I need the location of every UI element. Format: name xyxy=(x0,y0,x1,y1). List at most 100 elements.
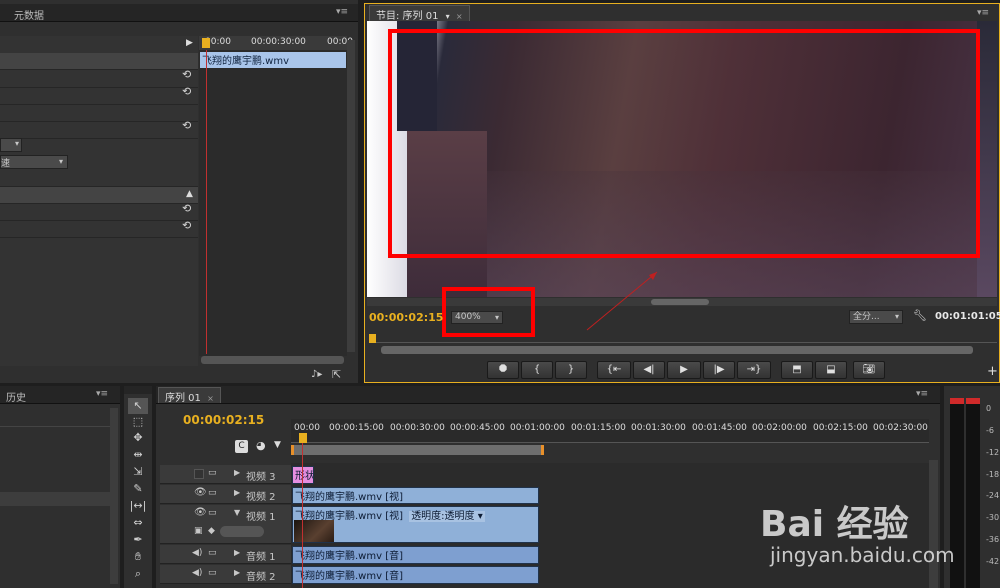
reset-icon[interactable]: ⟲ xyxy=(182,202,191,215)
monitor-scrollbar[interactable] xyxy=(381,346,973,354)
wrench-icon[interactable]: 🔧︎ xyxy=(913,309,927,322)
reset-icon[interactable]: ⟲ xyxy=(182,219,191,232)
panel-menu-icon[interactable]: ▾≡ xyxy=(916,389,928,399)
mini-clip[interactable]: 飞翔的鹰宇鹏.wmv xyxy=(200,52,346,68)
video-clip-v2[interactable]: 飞翔的鹰宇鹏.wmv [视] xyxy=(292,487,539,504)
timeline-playhead-line xyxy=(302,443,303,588)
close-icon[interactable]: × xyxy=(456,12,463,21)
expand-triangle-icon[interactable]: ▶ xyxy=(234,488,240,497)
chevron-down-icon: ▾ xyxy=(494,313,499,322)
monitor-ruler[interactable] xyxy=(369,331,997,343)
track-header-v1: 👁︎ ▭ ▼ 视频 1 ▣ ◆ xyxy=(160,505,291,544)
video-clip-v1[interactable]: 飞翔的鹰宇鹏.wmv [视] 透明度:透明度 ▾ xyxy=(292,506,539,543)
history-scrollbar[interactable] xyxy=(110,408,118,584)
lock-track-icon[interactable]: ▭ xyxy=(208,548,217,558)
audio-clip-a2[interactable]: 飞翔的鹰宇鹏.wmv [音] xyxy=(292,566,539,584)
tab-metadata[interactable]: 元数据 xyxy=(8,6,50,22)
play-triangle-icon[interactable]: ▶ xyxy=(186,38,193,48)
highlight-box-frame xyxy=(388,29,980,258)
export-icon[interactable]: ⇱ xyxy=(332,368,341,381)
expand-triangle-icon[interactable]: ▶ xyxy=(234,568,240,577)
go-to-out-button[interactable]: ⇥} xyxy=(737,361,771,379)
collapse-triangle-icon[interactable]: ▼ xyxy=(234,508,240,517)
opacity-select[interactable]: 透明度:透明度 ▾ xyxy=(409,511,485,522)
ripple-edit-tool-icon[interactable]: ✥ xyxy=(128,430,148,446)
eye-icon[interactable]: 👁︎ xyxy=(194,507,207,518)
tab-program[interactable]: 节目: 序列 01 ▾ × xyxy=(369,5,470,22)
keyframe-icon[interactable]: ◆ xyxy=(208,526,215,536)
close-icon[interactable]: × xyxy=(207,394,214,403)
mini-playhead-line xyxy=(206,50,207,354)
expand-triangle-icon[interactable]: ▶ xyxy=(234,548,240,557)
eye-icon[interactable]: 👁︎ xyxy=(194,487,207,498)
reset-icon[interactable]: ⟲ xyxy=(182,68,191,81)
mini-playhead-icon[interactable] xyxy=(202,38,210,48)
timeline-scrollbar[interactable] xyxy=(929,460,938,588)
add-button-icon[interactable]: + xyxy=(987,364,998,379)
annotation-arrow xyxy=(586,271,658,331)
export-frame-button[interactable]: 📷︎ xyxy=(853,361,885,379)
add-marker-button[interactable]: ⯃ xyxy=(487,361,519,379)
go-to-in-button[interactable]: {⇤ xyxy=(597,361,631,379)
add-marker-icon[interactable]: ▼ xyxy=(274,440,281,450)
program-monitor: 节目: 序列 01 ▾ × ▾≡ 00:00:02:15 400% ▾ 全分..… xyxy=(364,3,1000,383)
audio-clip-a1[interactable]: 飞翔的鹰宇鹏.wmv [音] xyxy=(292,546,539,564)
marker-icon[interactable]: ◕ xyxy=(256,439,266,452)
dropdown-blend[interactable]: 速 ▾ xyxy=(0,155,68,169)
zoom-select[interactable]: 400% ▾ xyxy=(451,311,503,324)
slip-tool-icon[interactable]: |↔| xyxy=(128,498,148,514)
lock-track-icon[interactable]: ▭ xyxy=(208,488,217,498)
pen-tool-icon[interactable]: ✒ xyxy=(128,532,148,548)
extract-button[interactable]: ⬓ xyxy=(815,361,847,379)
hand-tool-icon[interactable]: ✋︎ xyxy=(128,549,148,565)
zoom-tool-icon[interactable]: ⌕ xyxy=(128,566,148,582)
razor-tool-icon[interactable]: ✎ xyxy=(128,481,148,497)
rolling-edit-tool-icon[interactable]: ⇹ xyxy=(128,447,148,463)
current-timecode[interactable]: 00:00:02:15 xyxy=(369,311,443,324)
snap-icon[interactable]: C xyxy=(235,440,248,453)
title-clip[interactable]: 形状 xyxy=(292,466,314,484)
lock-track-icon[interactable]: ▭ xyxy=(208,568,217,578)
panel-menu-icon[interactable]: ▾≡ xyxy=(977,8,989,18)
lock-track-icon[interactable]: ▭ xyxy=(208,468,217,478)
panel-menu-icon[interactable]: ▾≡ xyxy=(96,389,108,399)
duration-timecode: 00:01:01:05 xyxy=(935,311,1000,322)
audio-icon[interactable]: ♪▸ xyxy=(311,369,322,380)
expand-triangle-icon[interactable]: ▶ xyxy=(234,468,240,477)
selection-tool-icon[interactable]: ↖ xyxy=(128,398,148,414)
toggle-output-icon[interactable] xyxy=(194,469,204,479)
slide-tool-icon[interactable]: ⇔ xyxy=(128,515,148,531)
speaker-icon[interactable]: ◀︎) xyxy=(192,568,202,578)
collapse-triangle-icon[interactable]: ▲ xyxy=(186,189,193,199)
mark-out-button[interactable]: } xyxy=(555,361,587,379)
reset-icon[interactable]: ⟲ xyxy=(182,119,191,132)
dropdown-small[interactable]: ▾ xyxy=(0,138,22,152)
step-back-button[interactable]: ◀| xyxy=(633,361,665,379)
chevron-down-icon[interactable]: ▾ xyxy=(446,12,450,21)
tab-sequence[interactable]: 序列 01 × xyxy=(158,387,221,404)
monitor-playhead-icon[interactable] xyxy=(369,334,376,343)
timeline-playhead-icon[interactable] xyxy=(299,433,307,443)
mini-scrollbar[interactable] xyxy=(201,356,344,364)
mark-in-button[interactable]: { xyxy=(521,361,553,379)
track-header-v3: ▭ ▶ 视频 3 xyxy=(160,465,291,484)
work-area-bar[interactable] xyxy=(291,445,544,455)
step-forward-button[interactable]: |▶ xyxy=(703,361,735,379)
reset-icon[interactable]: ⟲ xyxy=(182,85,191,98)
chevron-down-icon: ▾ xyxy=(894,312,899,321)
lift-button[interactable]: ⬒ xyxy=(781,361,813,379)
track-select-tool-icon[interactable]: ⬚ xyxy=(128,414,148,430)
panel-menu-icon[interactable]: ▾≡ xyxy=(336,7,348,17)
timeline-timecode[interactable]: 00:00:02:15 xyxy=(183,413,264,427)
vertical-scrollbar[interactable] xyxy=(347,40,355,352)
clip-thumbnail xyxy=(294,520,334,542)
tab-history[interactable]: 历史 xyxy=(0,388,32,404)
lock-track-icon[interactable]: ▭ xyxy=(208,508,217,518)
speaker-icon[interactable]: ◀︎) xyxy=(192,548,202,558)
resolution-select[interactable]: 全分... ▾ xyxy=(849,310,903,324)
play-button[interactable]: ▶ xyxy=(667,361,701,379)
display-style-icon[interactable]: ▣ xyxy=(194,526,203,536)
mini-ruler: 00:00 00:00:30:00 00:00 xyxy=(199,36,353,50)
keyframe-nav[interactable] xyxy=(220,526,264,537)
rate-stretch-tool-icon[interactable]: ⇲ xyxy=(128,464,148,480)
